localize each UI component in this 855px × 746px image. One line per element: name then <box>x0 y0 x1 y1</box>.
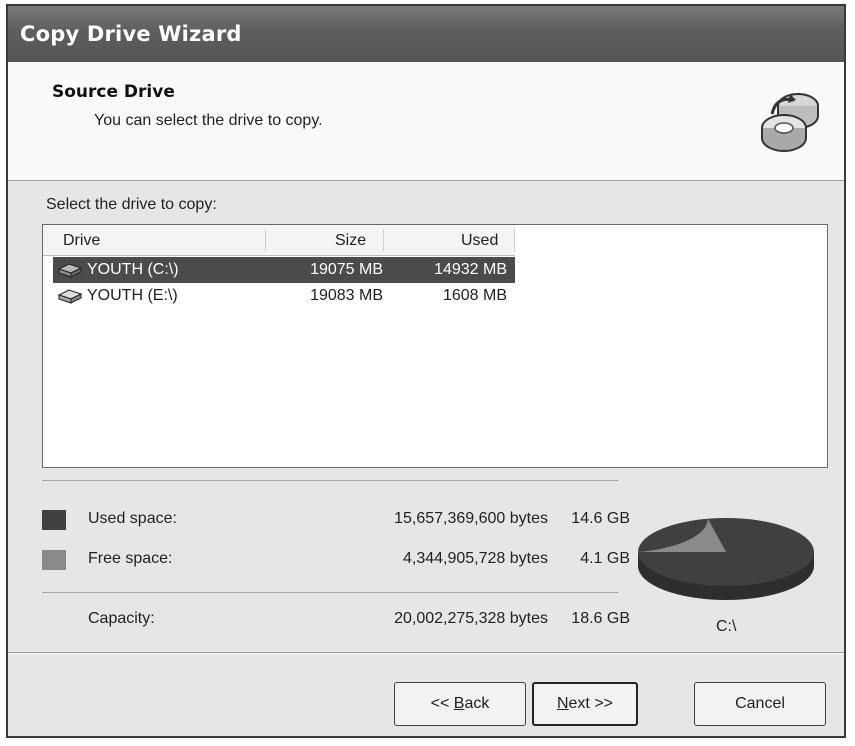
used-space-gb: 14.6 GB <box>571 510 630 527</box>
pie-drive-label: C:\ <box>716 618 737 635</box>
column-divider[interactable] <box>383 229 384 251</box>
drive-copy-icon <box>761 93 819 152</box>
back-button-accel: B <box>453 695 465 712</box>
divider <box>42 592 618 593</box>
used-space-bytes: 15,657,369,600 bytes <box>394 510 548 527</box>
list-header: Drive Size Used <box>43 225 515 256</box>
capacity-bytes: 20,002,275,328 bytes <box>394 610 548 627</box>
used-space-swatch <box>42 510 66 530</box>
drive-list[interactable]: Drive Size Used YOUTH (C:\) 19075 MB 149… <box>42 224 828 468</box>
drive-name: YOUTH (C:\) <box>87 261 179 278</box>
wizard-header: Source Drive You can select the drive to… <box>8 62 844 181</box>
free-space-swatch <box>42 550 66 570</box>
capacity-gb: 18.6 GB <box>571 610 630 627</box>
next-button[interactable]: Next >> <box>532 682 638 726</box>
next-button-rest: ext >> <box>568 695 614 712</box>
drive-used: 14932 MB <box>434 261 507 278</box>
disk-usage-pie <box>638 518 814 600</box>
drive-select-label: Select the drive to copy: <box>46 196 217 214</box>
drive-select-label-text: Select the drive to copy: <box>46 196 217 213</box>
column-header-used[interactable]: Used <box>461 232 498 250</box>
drive-name: YOUTH (E:\) <box>87 287 178 304</box>
footer-divider <box>8 652 844 653</box>
hard-drive-icon <box>57 289 83 304</box>
drive-row-e[interactable]: YOUTH (E:\) 19083 MB 1608 MB <box>53 283 515 309</box>
column-divider[interactable] <box>265 229 266 251</box>
column-header-size[interactable]: Size <box>335 232 366 250</box>
capacity-row: Capacity: 20,002,275,328 bytes 18.6 GB <box>42 606 662 632</box>
back-button-rest: ack <box>464 695 490 712</box>
page-title: Source Drive <box>52 82 175 102</box>
free-space-gb: 4.1 GB <box>580 550 630 567</box>
column-divider[interactable] <box>514 229 515 251</box>
drive-row-c[interactable]: YOUTH (C:\) 19075 MB 14932 MB <box>53 257 515 283</box>
free-space-label: Free space: <box>88 550 173 567</box>
next-button-accel: N <box>556 695 569 712</box>
wizard-window: Copy Drive Wizard Source Drive You can s… <box>6 4 846 738</box>
hard-drive-icon <box>57 263 83 278</box>
used-space-label: Used space: <box>88 510 177 527</box>
cancel-button[interactable]: Cancel <box>694 682 826 726</box>
column-header-drive[interactable]: Drive <box>63 232 100 250</box>
window-title: Copy Drive Wizard <box>20 22 242 46</box>
free-space-row: Free space: 4,344,905,728 bytes 4.1 GB <box>42 546 662 572</box>
drive-used: 1608 MB <box>442 287 507 304</box>
back-button-prefix: << <box>430 695 454 712</box>
title-bar[interactable]: Copy Drive Wizard <box>8 6 844 62</box>
divider <box>42 480 618 481</box>
capacity-label: Capacity: <box>88 610 155 627</box>
drive-size: 19083 MB <box>310 287 383 304</box>
drive-size: 19075 MB <box>310 261 383 278</box>
free-space-bytes: 4,344,905,728 bytes <box>402 550 548 567</box>
page-subtitle: You can select the drive to copy. <box>94 112 323 129</box>
used-space-row: Used space: 15,657,369,600 bytes 14.6 GB <box>42 506 662 532</box>
back-button[interactable]: << Back <box>394 682 526 726</box>
